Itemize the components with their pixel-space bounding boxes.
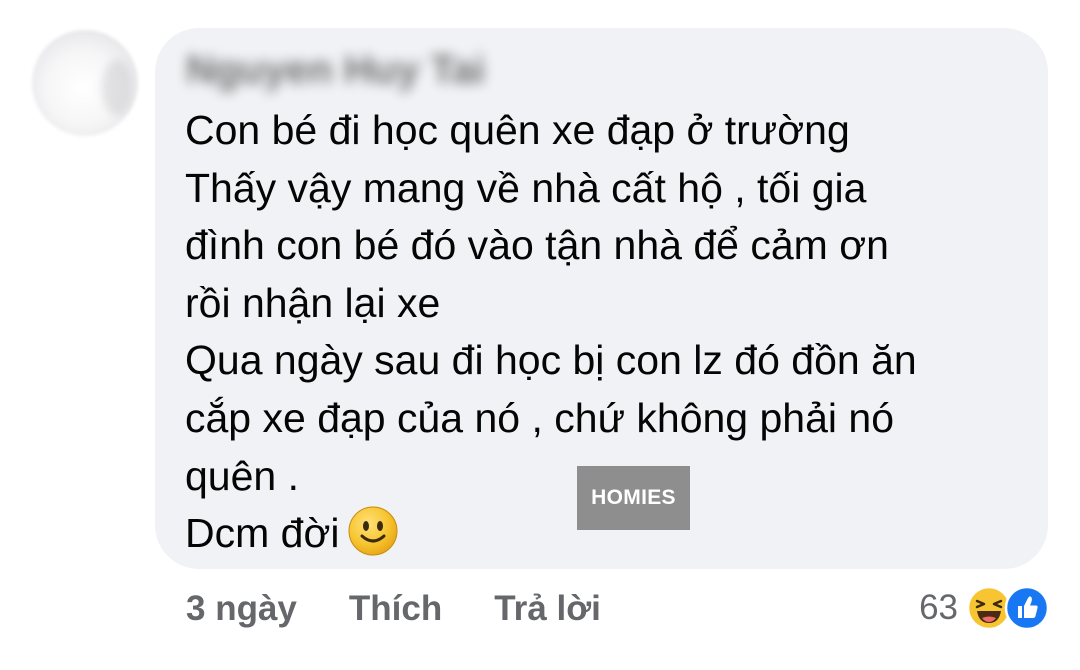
comment-actions: 3 ngày Thích Trả lời: [186, 585, 601, 633]
like-reaction-icon: [1004, 585, 1050, 631]
watermark-label: HOMIES: [577, 466, 690, 530]
comment-timestamp[interactable]: 3 ngày: [186, 589, 297, 629]
comment-line: Qua ngày sau đi học bị con lz đó đồn ăn: [185, 337, 917, 384]
comment-author[interactable]: Nguyen Huy Tai: [186, 48, 485, 93]
reply-button[interactable]: Trả lời: [494, 589, 601, 629]
comment-line: Thấy vậy mang về nhà cất hộ , tối gia: [185, 164, 867, 211]
comment-screen: Nguyen Huy Tai Con bé đi học quên xe đạp…: [0, 0, 1080, 670]
like-button[interactable]: Thích: [349, 589, 442, 629]
comment-line: Con bé đi học quên xe đạp ở trường: [185, 107, 850, 153]
reaction-summary[interactable]: 63: [919, 584, 1050, 632]
slightly-smiling-face-icon: [348, 506, 398, 556]
comment-line: đình con bé đó vào tận nhà để cảm ơn: [185, 222, 889, 269]
avatar[interactable]: [32, 30, 138, 136]
comment-line: cắp xe đạp của nó , chứ không phải nó: [185, 394, 895, 441]
comment-line: rồi nhận lại xe: [185, 279, 441, 326]
reaction-count: 63: [919, 588, 958, 627]
comment-line-text: Dcm đời: [185, 510, 340, 557]
